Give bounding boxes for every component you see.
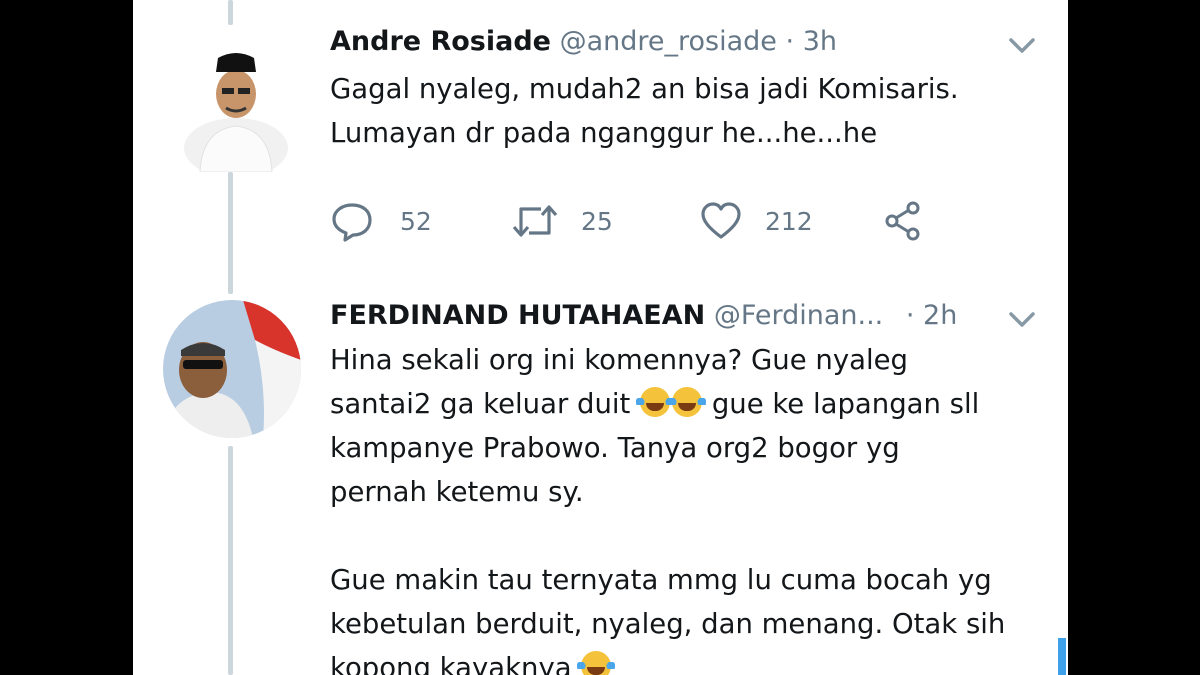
tweet1-text: Gagal nyaleg, mudah2 an bisa jadi Komisa… xyxy=(330,67,959,155)
share-button[interactable] xyxy=(882,196,926,246)
tweet2-line: kampanye Prabowo. Tanya org2 bogor yg xyxy=(330,432,900,464)
tweet2-line: pernah ketemu sy. xyxy=(330,476,584,508)
tweet2-line-part: kopong kayaknya xyxy=(330,652,572,675)
tweet2-line: kebetulan berduit, nyaleg, dan menang. O… xyxy=(330,608,1006,640)
retweet-count: 25 xyxy=(581,206,613,236)
reply-icon xyxy=(332,203,372,242)
avatar-andre-rosiade[interactable] xyxy=(180,30,292,172)
tweet2-handle[interactable]: @Ferdinan... xyxy=(714,300,883,331)
tweet2-header: FERDINAND HUTAHAEAN @Ferdinan... · 2h xyxy=(330,300,957,331)
tweet2-author-name[interactable]: FERDINAND HUTAHAEAN xyxy=(330,300,705,331)
avatar-ferdinand-hutahaean[interactable] xyxy=(163,300,301,438)
tweet2-separator: · xyxy=(905,300,915,331)
tweet-thread-panel: Andre Rosiade @andre_rosiade · 3h Gagal … xyxy=(133,0,1068,675)
tweet1-line: Lumayan dr pada nganggur he...he...he xyxy=(330,117,878,149)
reply-button[interactable]: 52 xyxy=(330,196,432,246)
tweet1-separator: · xyxy=(785,26,795,57)
chevron-down-icon[interactable] xyxy=(1008,36,1036,56)
tweet2-line: santai2 ga keluar duit gue ke lapangan s… xyxy=(330,382,1005,426)
tweet1-author-name[interactable]: Andre Rosiade xyxy=(330,26,551,57)
tweet2-line-part: santai2 ga keluar duit xyxy=(330,388,631,420)
tweet1-time[interactable]: 3h xyxy=(803,26,837,57)
tears-of-joy-emoji-icon xyxy=(668,387,707,417)
retweet-icon xyxy=(512,205,558,237)
thread-connector xyxy=(228,0,233,25)
tweet2-line: kopong kayaknya xyxy=(330,646,1005,675)
tears-of-joy-emoji-icon xyxy=(636,387,675,417)
tweet1-header: Andre Rosiade @andre_rosiade · 3h xyxy=(330,26,837,57)
like-button[interactable]: 212 xyxy=(699,196,813,246)
tweet2-line: Gue makin tau ternyata mmg lu cuma bocah… xyxy=(330,564,992,596)
retweet-button[interactable]: 25 xyxy=(511,196,613,246)
scrollbar-thumb[interactable] xyxy=(1058,638,1066,675)
tweet2-time[interactable]: 2h xyxy=(923,300,957,331)
tweet2-text: Hina sekali org ini komennya? Gue nyaleg… xyxy=(330,338,1005,675)
thread-connector xyxy=(228,172,233,294)
tweet1-handle[interactable]: @andre_rosiade xyxy=(560,26,777,57)
chevron-down-icon[interactable] xyxy=(1008,310,1036,330)
tweet1-actions: 52 25 212 xyxy=(330,196,1050,246)
share-icon xyxy=(885,201,920,241)
reply-count: 52 xyxy=(400,206,432,236)
tweet2-line-part: gue ke lapangan sll xyxy=(711,388,980,420)
tweet2-line: Hina sekali org ini komennya? Gue nyaleg xyxy=(330,344,908,376)
tears-of-joy-emoji-icon xyxy=(577,651,616,675)
tweet1-line: Gagal nyaleg, mudah2 an bisa jadi Komisa… xyxy=(330,73,959,105)
like-count: 212 xyxy=(765,206,813,236)
thread-connector xyxy=(228,446,233,675)
heart-icon xyxy=(701,202,741,239)
